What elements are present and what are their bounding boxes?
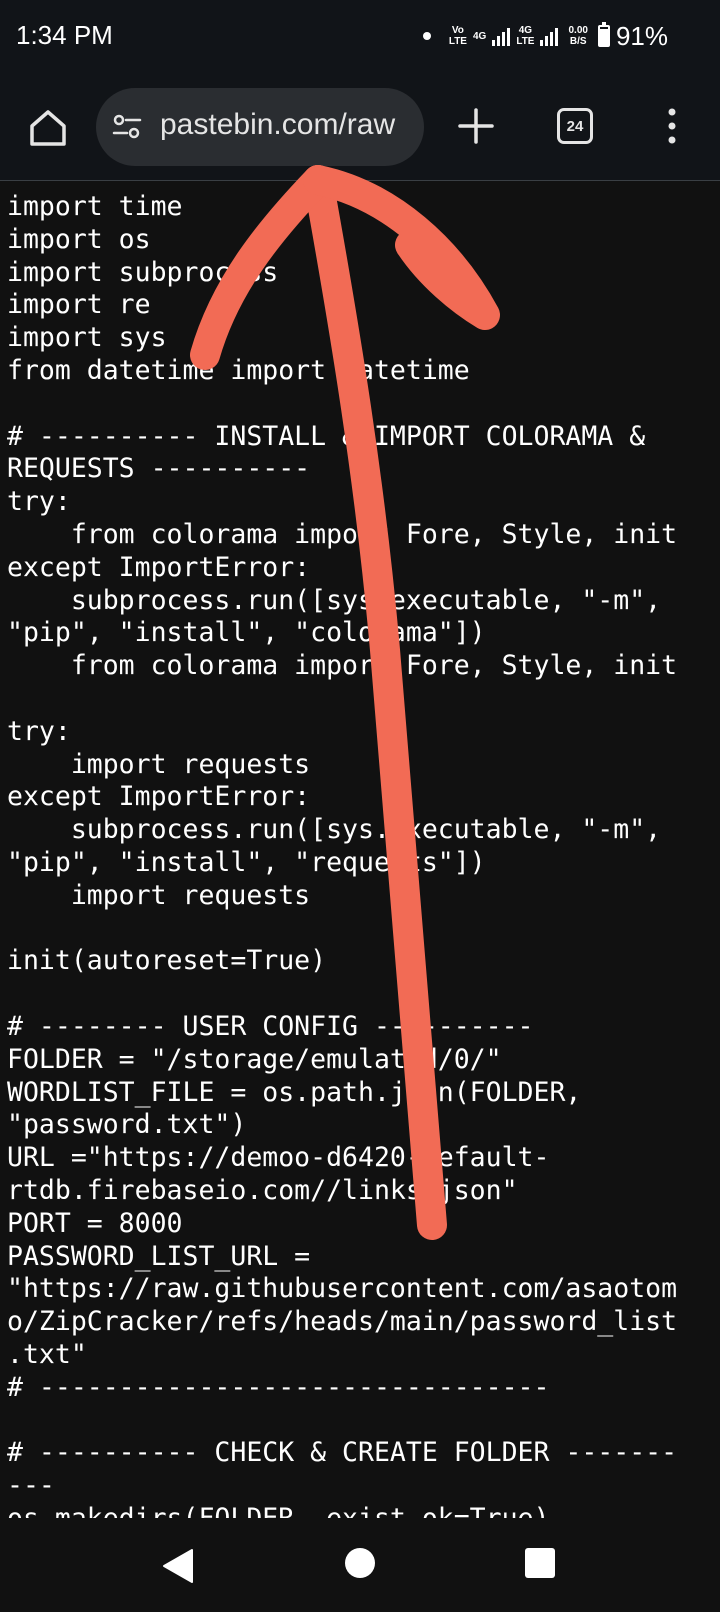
status-time: 1:34 PM	[16, 20, 113, 50]
code-line: try:	[7, 715, 71, 747]
tab-switcher-button[interactable]: 24	[557, 108, 593, 144]
code-line: import sys	[7, 322, 167, 354]
new-tab-plus-icon[interactable]	[456, 106, 496, 146]
battery-level-fill	[599, 28, 608, 45]
code-line: subprocess.run([sys.executable, "-m",	[7, 814, 662, 846]
home-circle-icon[interactable]	[345, 1548, 375, 1578]
network-type-label-2: 4G LTE	[516, 25, 535, 47]
signal-strength-icon-2	[540, 26, 559, 46]
code-line: import os	[7, 223, 151, 255]
signal-strength-icon	[492, 26, 511, 46]
more-vert-icon[interactable]	[660, 106, 684, 146]
battery-percent: 91%	[615, 20, 668, 51]
notification-dot-icon	[422, 32, 431, 40]
code-line: except ImportError:	[7, 781, 311, 813]
code-line: PASSWORD_LIST_URL =	[7, 1240, 311, 1272]
code-line: import subprocess	[7, 256, 279, 288]
code-line: from colorama import Fore, Style, init	[7, 518, 678, 550]
code-line: URL ="https://demoo-d6420-default-	[7, 1142, 550, 1174]
address-bar[interactable]: pastebin.com/raw	[96, 88, 424, 166]
code-line: .txt"	[7, 1338, 87, 1370]
code-line: REQUESTS ----------	[7, 453, 311, 485]
code-line: os.makedirs(FOLDER, exist_ok=True)	[7, 1503, 720, 1518]
code-line: "pip", "install", "requests"])	[7, 846, 486, 878]
code-line: o/ZipCracker/refs/heads/main/password_li…	[7, 1306, 678, 1338]
code-line: import requests	[7, 879, 311, 911]
code-text: import time import os import subprocess imp…	[0, 181, 720, 1518]
code-line: subprocess.run([sys.executable, "-m",	[7, 584, 662, 616]
battery-icon	[597, 22, 610, 47]
code-line: except ImportError:	[7, 551, 311, 583]
volte-icon: Vo LTE	[448, 25, 467, 47]
code-line: "pip", "install", "colorama"])	[7, 617, 486, 649]
code-line: FOLDER = "/storage/emulated/0/"	[7, 1043, 502, 1075]
tune-icon[interactable]	[112, 112, 142, 142]
code-line: # --------------------------------	[7, 1371, 550, 1403]
code-line: import time	[7, 191, 183, 222]
code-line: init(autoreset=True)	[7, 945, 327, 977]
code-line: # -------- USER CONFIG ----------	[7, 1010, 534, 1042]
code-line: "https://raw.githubusercontent.com/asaot…	[7, 1273, 678, 1305]
home-icon[interactable]	[24, 104, 72, 152]
recents-square-icon[interactable]	[525, 1548, 555, 1578]
network-type-label: 4G	[472, 30, 487, 42]
system-nav-bar	[0, 1518, 720, 1612]
code-line: WORDLIST_FILE = os.path.join(FOLDER,	[7, 1076, 582, 1108]
code-line: try:	[7, 486, 71, 518]
code-line: import requests	[7, 748, 311, 780]
page-content[interactable]: import time import os import subprocess imp…	[0, 181, 720, 1518]
code-line: ---	[7, 1470, 55, 1502]
status-bar: 1:34 PM Vo LTE 4G 4G LTE 0.00 B/S 91%	[0, 0, 720, 76]
status-indicators: Vo LTE 4G 4G LTE 0.00 B/S 91%	[422, 18, 668, 54]
code-line: # ---------- INSTALL & IMPORT COLORAMA &	[7, 420, 646, 452]
code-line: rtdb.firebaseio.com//links.json"	[7, 1174, 518, 1206]
network-speed: 0.00 B/S	[568, 25, 588, 47]
code-line: import re	[7, 289, 151, 321]
code-line: PORT = 8000	[7, 1207, 183, 1239]
browser-toolbar: pastebin.com/raw 24	[0, 76, 720, 181]
code-line: from datetime import datetime	[7, 354, 470, 386]
code-line: # ---------- CHECK & CREATE FOLDER -----…	[7, 1437, 678, 1469]
code-line: from colorama import Fore, Style, init	[7, 650, 678, 682]
url-text[interactable]: pastebin.com/raw	[160, 108, 395, 142]
code-line: "password.txt")	[7, 1109, 247, 1141]
back-triangle-icon[interactable]	[158, 1546, 198, 1586]
